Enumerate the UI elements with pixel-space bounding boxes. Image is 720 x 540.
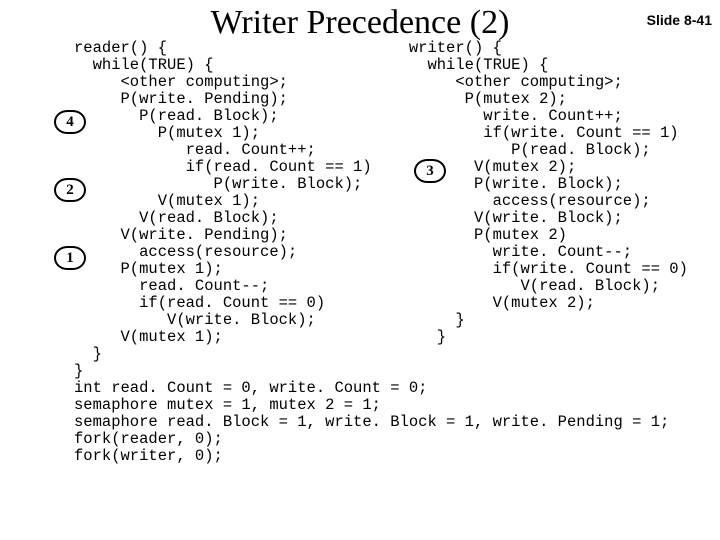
code-line: while(TRUE) { while(TRUE) { — [74, 56, 548, 74]
code-line: read. Count--; V(read. Block); — [74, 277, 660, 295]
step-badge-4: 4 — [54, 110, 86, 134]
code-line: fork(reader, 0); — [74, 430, 223, 448]
code-line: P(write. Pending); P(mutex 2); — [74, 90, 567, 108]
code-line: read. Count++; P(read. Block); — [74, 141, 651, 159]
code-line: int read. Count = 0, write. Count = 0; — [74, 379, 427, 397]
code-line: V(write. Pending); P(mutex 2) — [74, 226, 567, 244]
step-badge-2: 2 — [54, 178, 86, 202]
code-line: V(mutex 1); access(resource); — [74, 192, 651, 210]
code-line: access(resource); write. Count--; — [74, 243, 632, 261]
code-line: } — [74, 362, 83, 380]
code-line: reader() { writer() { — [74, 39, 502, 57]
code-line: semaphore read. Block = 1, write. Block … — [74, 413, 669, 431]
code-line: <other computing>; <other computing>; — [74, 73, 623, 91]
slide: Writer Precedence (2) Slide 8-41 reader(… — [0, 0, 720, 540]
code-line: V(read. Block); V(write. Block); — [74, 209, 623, 227]
code-line: semaphore mutex = 1, mutex 2 = 1; — [74, 396, 381, 414]
code-line: V(write. Block); } — [74, 311, 465, 329]
code-line: } — [74, 345, 102, 363]
code-line: fork(writer, 0); — [74, 447, 223, 465]
code-line: V(mutex 1); } — [74, 328, 446, 346]
code-line: P(read. Block); write. Count++; — [74, 107, 623, 125]
code-line: if(read. Count == 0) V(mutex 2); — [74, 294, 595, 312]
page-title: Writer Precedence (2) — [0, 4, 720, 42]
code-line: if(read. Count == 1) V(mutex 2); — [74, 158, 576, 176]
code-line: P(mutex 1); if(write. Count == 0) — [74, 260, 688, 278]
code-line: P(write. Block); P(write. Block); — [74, 175, 623, 193]
step-badge-3: 3 — [414, 159, 446, 183]
code-block: reader() { writer() { while(TRUE) { whil… — [74, 40, 710, 465]
step-badge-1: 1 — [54, 246, 86, 270]
code-line: P(mutex 1); if(write. Count == 1) — [74, 124, 679, 142]
slide-number: Slide 8-41 — [647, 12, 712, 28]
